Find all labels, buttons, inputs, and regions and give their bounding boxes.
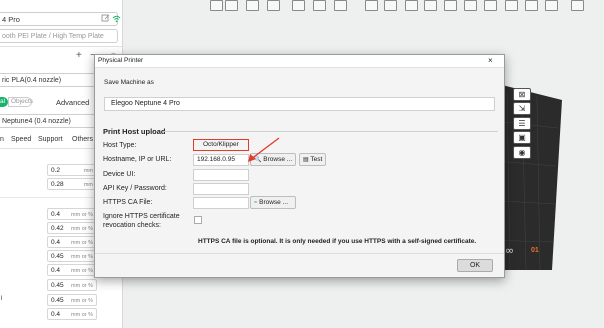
tab-others[interactable]: Others [72, 136, 93, 143]
section-divider [163, 131, 498, 132]
ignore-https-checkbox[interactable] [194, 216, 202, 224]
close-icon[interactable]: × [488, 55, 493, 67]
setting-value: 0.45 [51, 253, 64, 260]
setting-value-field[interactable]: 0.45 mm or % [47, 279, 97, 291]
section-title: Print Host upload [103, 127, 166, 136]
setting-unit: mm [83, 182, 93, 188]
setting-label-fragment: l [1, 295, 3, 302]
tab-objects[interactable]: Objects [8, 97, 34, 107]
ok-button[interactable]: OK [457, 259, 493, 272]
setting-unit: mm or % [71, 254, 93, 260]
host-type-value: Octo/Klipper [203, 141, 239, 148]
api-key-label: API Key / Password: [103, 185, 167, 192]
host-type-label: Host Type: [103, 142, 137, 149]
setting-value: 0.42 [51, 225, 64, 232]
test-button[interactable]: ▤ Test [299, 153, 326, 166]
dialog-title: Physical Printer [98, 57, 144, 64]
tab-quality[interactable]: n [0, 136, 4, 143]
machine-name-input[interactable]: Elegoo Neptune 4 Pro [104, 97, 495, 111]
plate-type-select[interactable]: ooth PEI Plate / High Temp Plate [0, 29, 118, 43]
api-key-input[interactable] [193, 183, 249, 195]
setting-value: 0.2 [51, 167, 61, 174]
footer-divider [95, 253, 504, 254]
save-machine-label: Save Machine as [104, 79, 154, 86]
test-icon: ▤ [303, 157, 309, 163]
hostname-input[interactable]: 192.168.0.95 [193, 154, 249, 166]
hostname-label: Hostname, IP or URL: [103, 156, 172, 163]
https-ca-note: HTTPS CA file is optional. It is only ne… [198, 238, 477, 245]
setting-value-field[interactable]: 0.4 mm or % [47, 236, 97, 248]
host-type-select[interactable]: Octo/Klipper [193, 139, 249, 151]
setting-value: 0.4 [51, 211, 61, 218]
edit-icon[interactable] [101, 14, 110, 23]
browse-ca-label: Browse ... [259, 199, 289, 206]
setting-unit: mm or % [71, 298, 93, 304]
brand-logo: ∞ [505, 244, 515, 257]
setting-unit: mm or % [71, 312, 93, 318]
device-ui-input[interactable] [193, 169, 249, 181]
wifi-icon: ≈ [254, 200, 258, 206]
arrange-plate-icon[interactable]: ⇲ [513, 102, 531, 115]
ignore-https-line-2: revocation checks: [103, 222, 161, 229]
setting-unit: mm or % [71, 212, 93, 218]
setting-value-field[interactable]: 0.4 mm or % [47, 308, 97, 320]
plate-type-value: ooth PEI Plate / High Temp Plate [2, 33, 104, 40]
physical-printer-dialog: Physical Printer × Save Machine as Elego… [94, 54, 505, 278]
https-ca-label: HTTPS CA File: [103, 199, 153, 206]
setting-value-field[interactable]: 0.4 mm or % [47, 264, 97, 276]
plate-number-label: 01 [531, 247, 539, 254]
setting-value: 0.45 [51, 282, 64, 289]
add-filament-button[interactable]: + [76, 50, 82, 61]
process-name: Neptune4 (0.4 nozzle) [2, 118, 71, 125]
setting-unit: mm or % [71, 226, 93, 232]
setting-value-field[interactable]: 0.2 mm [47, 164, 97, 176]
setting-value: 0.28 [51, 181, 64, 188]
setting-unit: mm [83, 168, 93, 174]
setting-value-field[interactable]: 0.28 mm [47, 178, 97, 190]
dialog-titlebar: Physical Printer × [95, 55, 504, 68]
setting-value-field[interactable]: 0.4 mm or % [47, 208, 97, 220]
wifi-icon[interactable] [112, 14, 121, 23]
eye-icon[interactable]: ◉ [513, 146, 531, 159]
tab-support[interactable]: Support [38, 136, 63, 143]
plate-settings-icon[interactable]: ☰ [513, 117, 531, 130]
tab-speed[interactable]: Speed [11, 136, 31, 143]
annotation-arrow [248, 137, 280, 162]
divider [0, 46, 122, 47]
close-plate-icon[interactable]: ⊠ [513, 88, 531, 101]
filament-name: ric PLA(0.4 nozzle) [2, 77, 62, 84]
setting-value: 0.4 [51, 311, 61, 318]
browse-ca-button[interactable]: ≈ Browse ... [250, 196, 296, 209]
setting-unit: mm or % [71, 240, 93, 246]
test-label: Test [310, 156, 323, 163]
tab-global[interactable]: al [0, 97, 8, 107]
setting-unit: mm or % [71, 283, 93, 289]
https-ca-input[interactable] [193, 197, 249, 209]
tab-objects-label: Objects [11, 98, 34, 105]
printer-name: 4 Pro [2, 15, 20, 24]
ignore-https-line-1: Ignore HTTPS certificate [103, 213, 180, 220]
setting-value: 0.4 [51, 239, 61, 246]
setting-value-field[interactable]: 0.45 mm or % [47, 250, 97, 262]
setting-value: 0.45 [51, 297, 64, 304]
lock-icon[interactable]: ▣ [513, 131, 531, 144]
setting-value-field[interactable]: 0.45 mm or % [47, 294, 97, 306]
setting-value-field[interactable]: 0.42 mm or % [47, 222, 97, 234]
setting-unit: mm or % [71, 268, 93, 274]
tab-global-label: al [0, 98, 6, 105]
setting-value: 0.4 [51, 267, 61, 274]
device-ui-label: Device UI: [103, 171, 136, 178]
advanced-toggle-label[interactable]: Advanced [56, 98, 89, 107]
ignore-https-label: Ignore HTTPS certificate revocation chec… [103, 212, 180, 230]
